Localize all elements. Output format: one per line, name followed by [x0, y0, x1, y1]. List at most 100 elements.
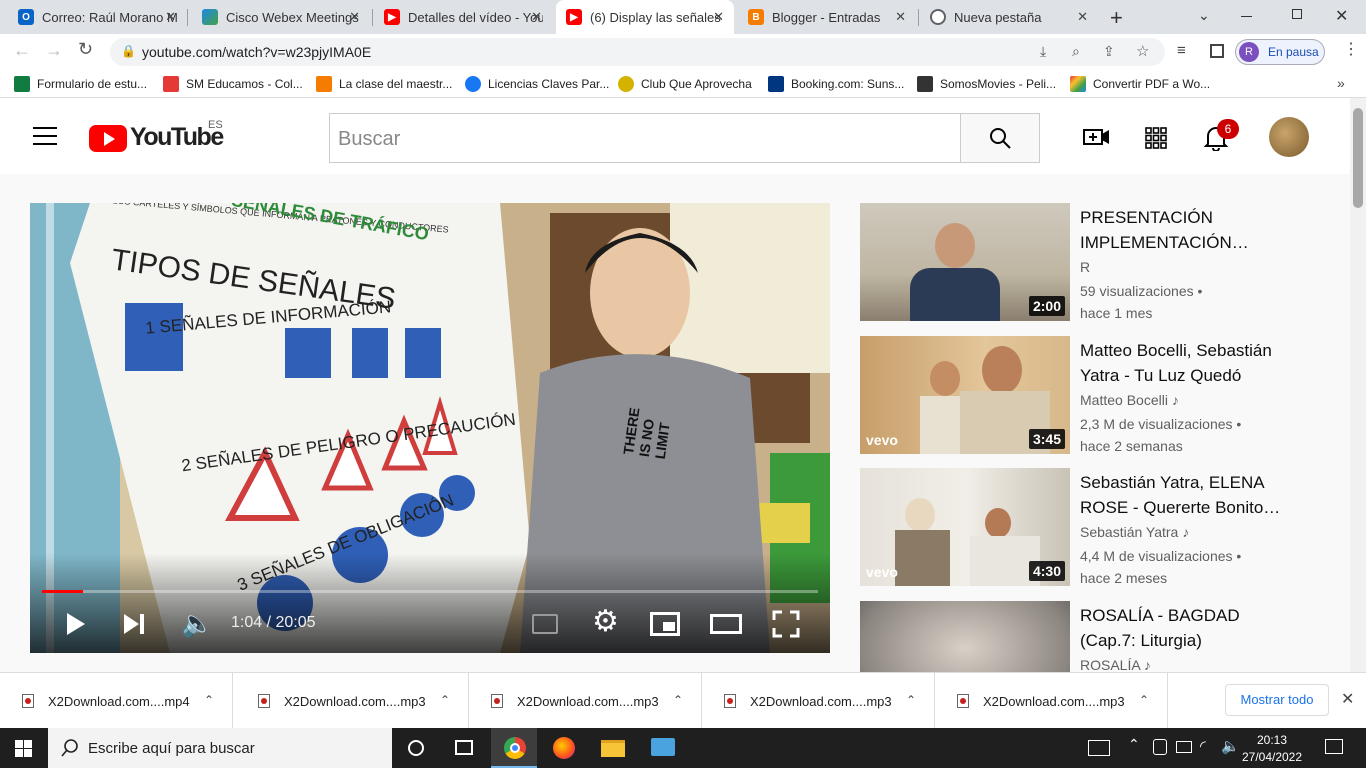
firefox-icon[interactable] — [553, 737, 575, 759]
play-icon[interactable] — [67, 613, 85, 635]
bookmark-item[interactable]: Club Que Aprovecha — [618, 76, 752, 92]
next-icon[interactable] — [124, 614, 146, 634]
chevron-up-icon[interactable]: ⌃ — [204, 693, 214, 707]
tab-search-chevron-icon[interactable]: ⌄ — [1198, 7, 1210, 24]
clock-time[interactable]: 20:13 — [1247, 733, 1297, 747]
taskbar-search-input[interactable]: Escribe aquí para buscar — [48, 728, 392, 768]
chevron-up-icon[interactable]: ⌃ — [673, 693, 683, 707]
connect-icon[interactable] — [651, 738, 675, 756]
recommendation-item[interactable]: 2:00 PRESENTACIÓN IMPLEMENTACIÓN… R 59 v… — [860, 203, 1340, 323]
volume-icon[interactable]: 🔈 — [181, 608, 213, 639]
hamburger-menu-icon[interactable] — [33, 127, 57, 145]
download-item[interactable]: X2Download.com....mp3 ⌃ — [469, 673, 702, 729]
close-icon[interactable]: ✕ — [349, 9, 360, 25]
search-input[interactable]: Buscar — [329, 113, 961, 163]
progress-bar[interactable] — [42, 590, 818, 593]
task-view-icon[interactable] — [455, 740, 473, 755]
tab-video-details[interactable]: ▶ Detalles del vídeo - YouTube ✕ — [374, 0, 552, 34]
settings-gear-icon[interactable]: ⚙ — [592, 604, 619, 639]
video-title[interactable]: Sebastián Yatra, ELENA ROSE - Quererte B… — [1080, 470, 1300, 520]
tab-display-senales[interactable]: ▶ (6) Display las señales ✕ — [556, 0, 734, 34]
notifications-icon[interactable] — [1325, 739, 1343, 754]
tab-new-tab[interactable]: Nueva pestaña ✕ — [920, 0, 1098, 34]
channel-name[interactable]: R — [1080, 259, 1090, 275]
clock-date[interactable]: 27/04/2022 — [1241, 750, 1303, 764]
channel-name[interactable]: Sebastián Yatra ♪ — [1080, 524, 1189, 540]
close-icon[interactable]: ✕ — [713, 9, 724, 25]
close-icon[interactable]: ✕ — [531, 9, 542, 25]
bookmark-star-icon[interactable]: ☆ — [1136, 42, 1149, 60]
close-downloads-icon[interactable]: ✕ — [1341, 689, 1354, 709]
volume-icon[interactable]: 🔈 — [1221, 737, 1240, 755]
fullscreen-icon[interactable] — [772, 610, 800, 638]
recommendation-item[interactable]: ROSALÍA - BAGDAD (Cap.7: Liturgia) ROSAL… — [860, 601, 1340, 672]
chevron-up-icon[interactable]: ⌃ — [906, 693, 916, 707]
sidepanel-icon[interactable] — [1210, 44, 1224, 58]
channel-name[interactable]: ROSALÍA ♪ — [1080, 657, 1151, 672]
video-thumbnail[interactable]: vevo 3:45 — [860, 336, 1070, 454]
bookmark-item[interactable]: Licencias Claves Par... — [465, 76, 609, 92]
download-item[interactable]: X2Download.com....mp3 ⌃ — [935, 673, 1168, 729]
subtitles-icon[interactable] — [532, 614, 558, 634]
video-title[interactable]: Matteo Bocelli, Sebastián Yatra - Tu Luz… — [1080, 338, 1300, 388]
miniplayer-icon[interactable] — [650, 612, 680, 636]
share-icon[interactable]: ⇪ — [1103, 43, 1115, 60]
tab-webex[interactable]: Cisco Webex Meetings ✕ — [192, 0, 370, 34]
video-title[interactable]: ROSALÍA - BAGDAD (Cap.7: Liturgia) — [1080, 603, 1300, 653]
wifi-icon[interactable]: ◜ — [1200, 737, 1206, 755]
install-icon[interactable]: ⤓ — [1040, 43, 1046, 60]
tab-blogger[interactable]: B Blogger - Entradas ✕ — [738, 0, 916, 34]
address-bar[interactable]: 🔒 youtube.com/watch?v=w23pjyIMA0E ⤓ ⌕ ⇪ … — [110, 38, 1165, 66]
video-thumbnail[interactable]: vevo 4:30 — [860, 468, 1070, 586]
back-icon[interactable]: ← — [13, 40, 31, 61]
avatar[interactable] — [1269, 117, 1309, 157]
show-all-button[interactable]: Mostrar todo — [1225, 684, 1329, 716]
close-icon[interactable]: ✕ — [895, 9, 906, 25]
more-bookmarks-icon[interactable]: » — [1337, 75, 1345, 91]
restore-button[interactable] — [1292, 9, 1302, 19]
bookmark-item[interactable]: Booking.com: Suns... — [768, 76, 904, 92]
windows-start-icon[interactable] — [15, 740, 32, 757]
file-explorer-icon[interactable] — [601, 740, 625, 757]
minimize-button[interactable] — [1241, 16, 1252, 17]
bookmark-item[interactable]: SM Educamos - Col... — [163, 76, 303, 92]
download-item[interactable]: X2Download.com....mp4 ⌃ — [0, 673, 233, 729]
chevron-up-icon[interactable]: ⌃ — [1139, 693, 1149, 707]
chevron-up-icon[interactable]: ⌃ — [440, 693, 450, 707]
theater-mode-icon[interactable] — [710, 614, 742, 634]
new-tab-button[interactable]: + — [1110, 5, 1123, 31]
close-icon[interactable]: ✕ — [1077, 9, 1088, 25]
profile-pill[interactable]: R En pausa — [1235, 39, 1325, 65]
bookmark-item[interactable]: Formulario de estu... — [14, 76, 147, 92]
reading-list-icon[interactable]: ≡ — [1177, 42, 1186, 59]
menu-kebab-icon[interactable]: ⋮ — [1343, 39, 1359, 59]
chevron-up-icon[interactable]: ⌃ — [1128, 736, 1140, 753]
search-button[interactable] — [960, 113, 1040, 163]
zoom-icon[interactable]: ⌕ — [1072, 43, 1080, 60]
close-window-button[interactable]: ✕ — [1335, 6, 1348, 26]
recommendation-item[interactable]: vevo 3:45 Matteo Bocelli, Sebastián Yatr… — [860, 336, 1340, 456]
video-player[interactable]: TIPOS DE SEÑALES SON LOS CARTELES Y SÍMB… — [30, 203, 830, 653]
video-thumbnail[interactable] — [860, 601, 1070, 672]
create-video-icon[interactable] — [1083, 125, 1111, 149]
reload-icon[interactable]: ↻ — [78, 39, 93, 60]
page-scrollbar[interactable] — [1350, 98, 1366, 672]
video-thumbnail[interactable]: 2:00 — [860, 203, 1070, 321]
download-item[interactable]: X2Download.com....mp3 ⌃ — [702, 673, 935, 729]
channel-name[interactable]: Matteo Bocelli ♪ — [1080, 392, 1179, 408]
taskbar-chrome[interactable] — [491, 728, 537, 768]
bookmark-item[interactable]: SomosMovies - Peli... — [917, 76, 1056, 92]
bookmark-item[interactable]: Convertir PDF a Wo... — [1070, 76, 1210, 92]
recommendation-item[interactable]: vevo 4:30 Sebastián Yatra, ELENA ROSE - … — [860, 468, 1340, 588]
forward-icon[interactable]: → — [45, 40, 63, 61]
apps-grid-icon[interactable] — [1145, 127, 1167, 149]
cortana-icon[interactable] — [408, 740, 424, 756]
youtube-logo-icon[interactable] — [89, 125, 127, 152]
tab-outlook[interactable]: O Correo: Raúl Morano M ✕ — [8, 0, 186, 34]
bookmark-item[interactable]: La clase del maestr... — [316, 76, 452, 92]
video-title[interactable]: PRESENTACIÓN IMPLEMENTACIÓN… — [1080, 205, 1300, 255]
touch-keyboard-icon[interactable] — [1088, 740, 1110, 756]
meet-icon[interactable] — [1153, 739, 1167, 755]
download-item[interactable]: X2Download.com....mp3 ⌃ — [236, 673, 469, 729]
close-icon[interactable]: ✕ — [165, 9, 176, 25]
